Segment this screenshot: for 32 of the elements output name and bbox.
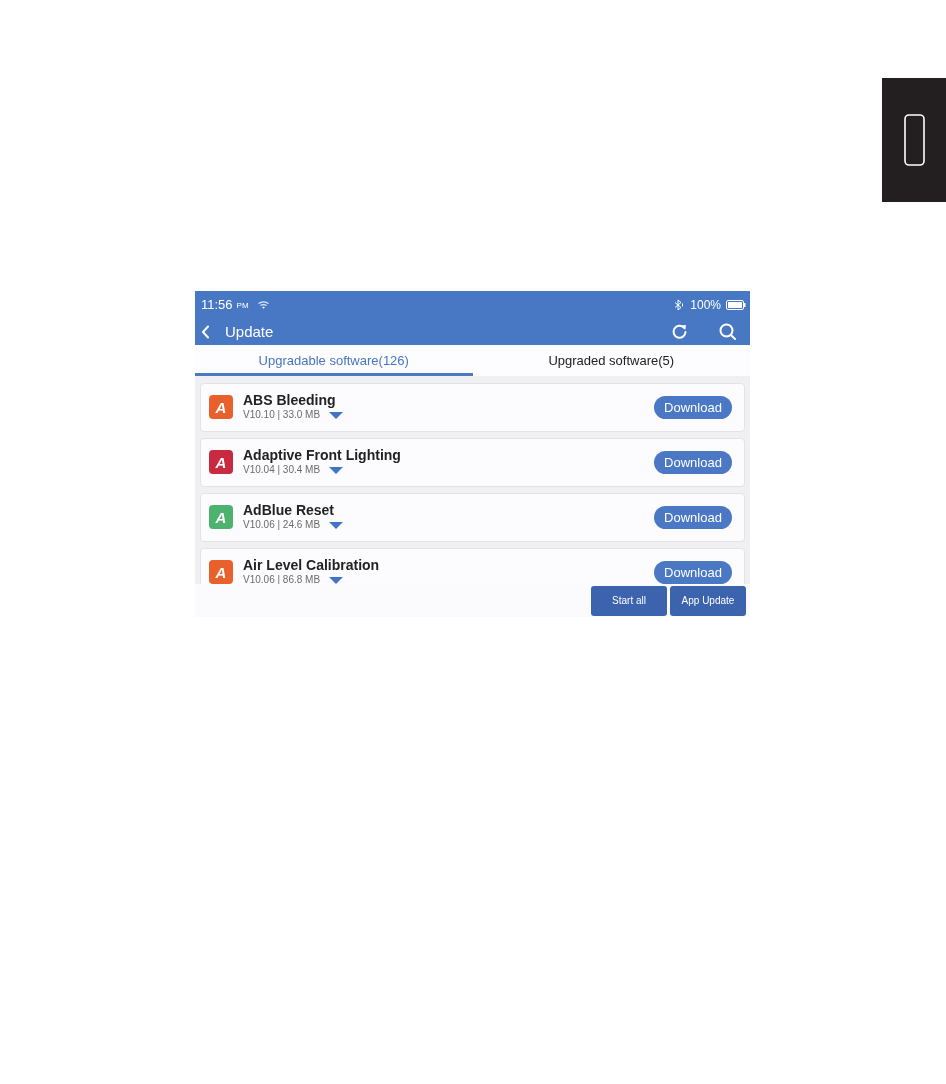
time-period: PM — [236, 301, 249, 310]
refresh-icon[interactable] — [671, 323, 689, 340]
tablet-outline-icon — [903, 114, 925, 166]
app-name: Air Level Calibration — [243, 557, 380, 573]
app-version: V10.06 | 24.6 MB — [243, 519, 321, 531]
start-all-button[interactable]: Start all — [591, 586, 667, 616]
app-name: ABS Bleeding — [243, 392, 337, 408]
app-version: V10.04 | 30.4 MB — [243, 464, 321, 476]
caret-icon[interactable] — [329, 466, 344, 474]
battery-percent: 100% — [690, 298, 721, 311]
app-update-button[interactable]: App Update — [670, 586, 746, 616]
app-name: Adaptive Front Lighting — [243, 447, 401, 463]
app-icon: A — [209, 395, 233, 419]
caret-icon[interactable] — [329, 521, 344, 529]
download-button[interactable]: Download — [654, 451, 732, 474]
app-icon: A — [209, 450, 233, 474]
download-button[interactable]: Download — [654, 506, 732, 529]
download-button[interactable]: Download — [654, 396, 732, 419]
bluetooth-icon — [674, 298, 685, 311]
page-title: Update — [225, 324, 274, 339]
battery-icon — [726, 299, 746, 310]
caret-icon[interactable] — [329, 411, 344, 419]
app-icon: A — [209, 560, 233, 584]
tab[interactable]: Upgraded software(5) — [472, 345, 750, 376]
app-icon: A — [209, 505, 233, 529]
status-time: 11:56 — [201, 298, 233, 311]
app-version: V10.10 | 33.0 MB — [243, 409, 321, 421]
wifi-icon — [257, 300, 269, 309]
search-icon[interactable] — [719, 323, 736, 340]
back-icon[interactable] — [201, 324, 210, 339]
app-name: AdBlue Reset — [243, 502, 336, 518]
download-button[interactable]: Download — [654, 561, 732, 584]
